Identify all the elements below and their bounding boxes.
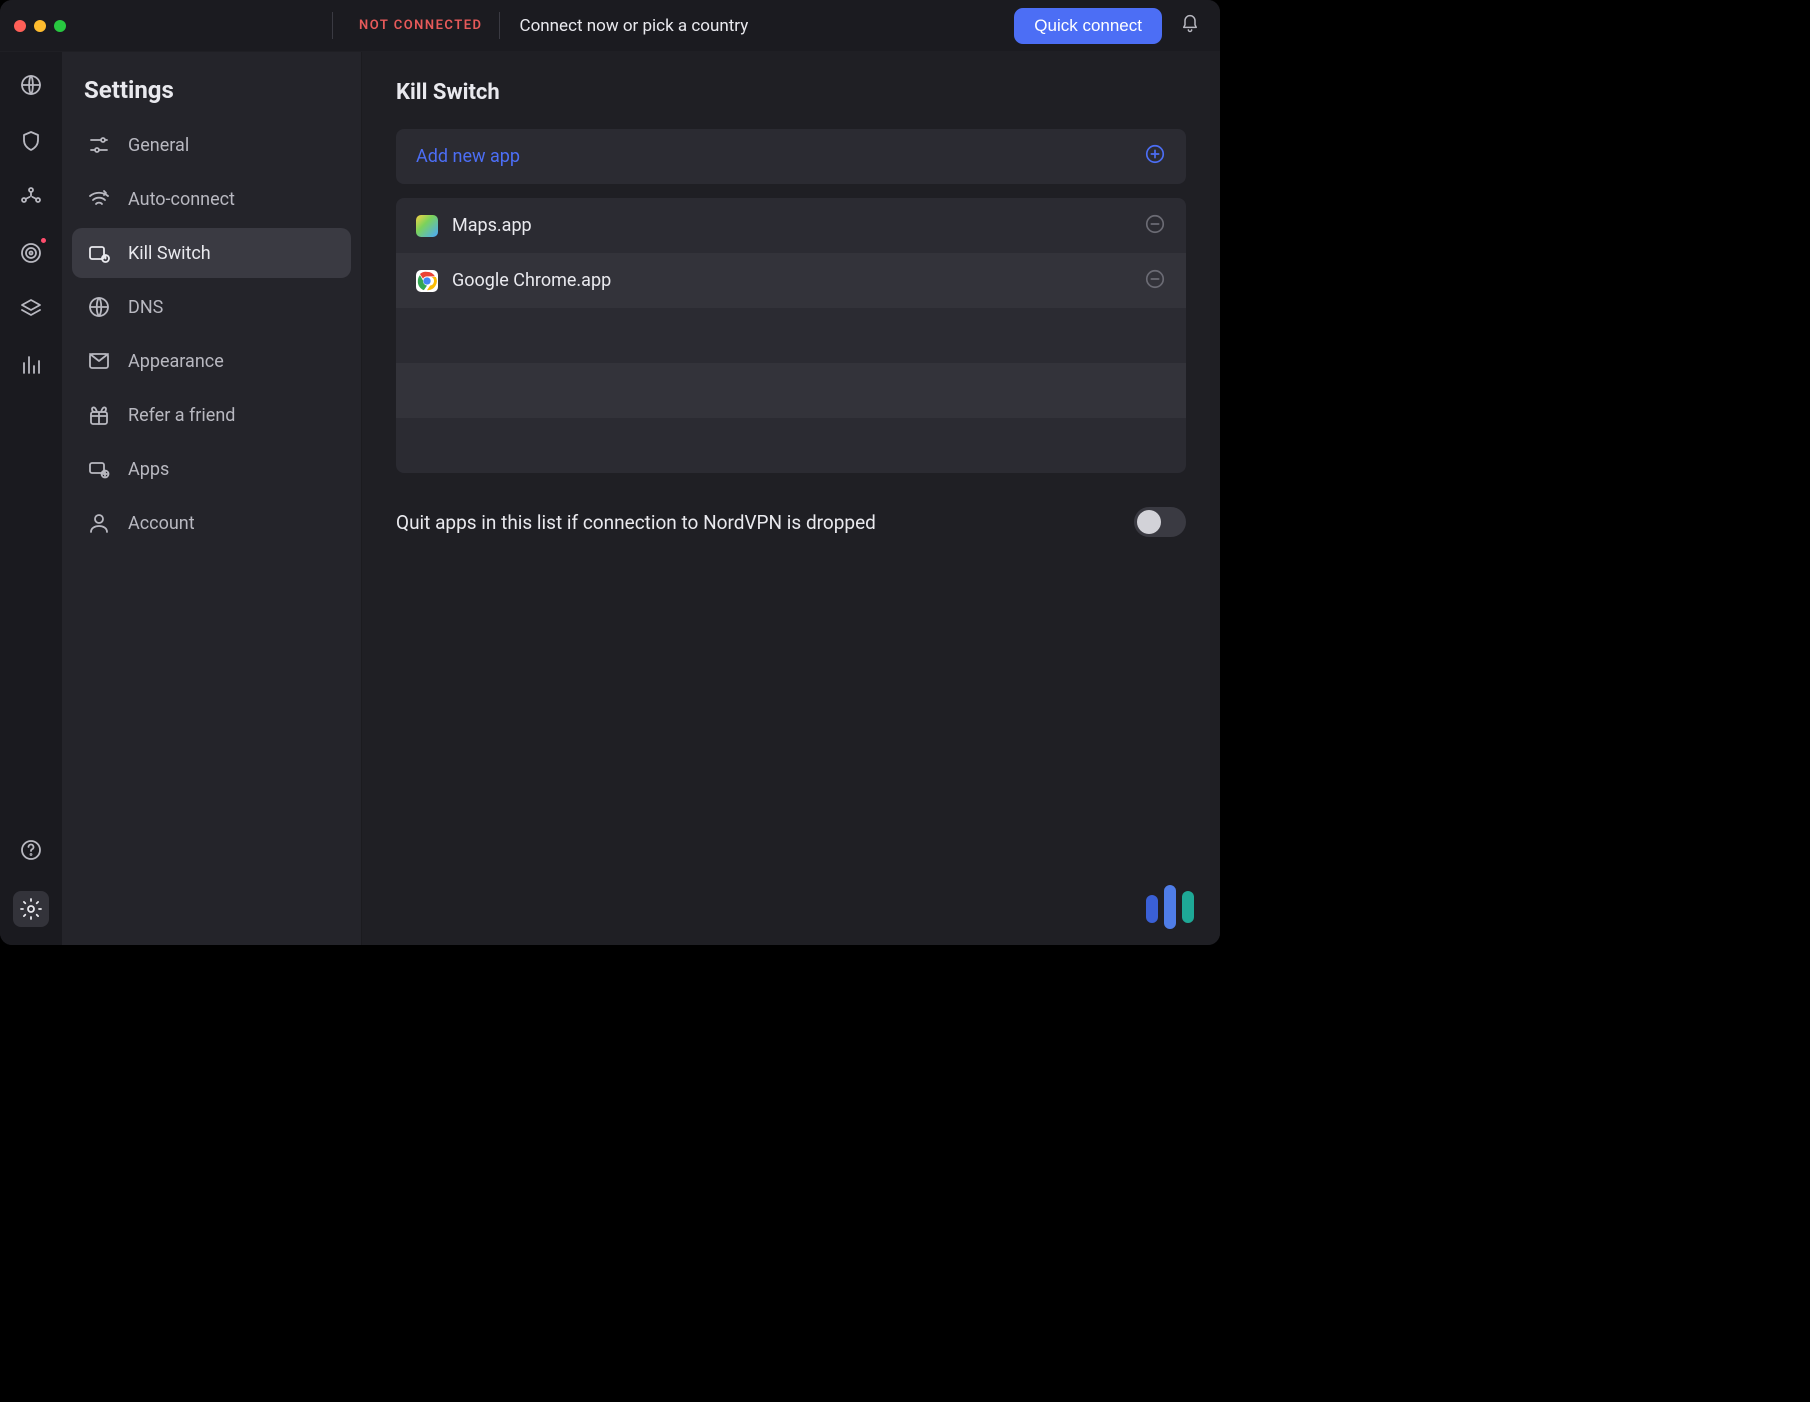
notifications-icon[interactable]: [1174, 14, 1206, 38]
close-window-button[interactable]: [14, 20, 26, 32]
sidebar-item-account[interactable]: Account: [72, 498, 351, 548]
page-title: Kill Switch: [396, 80, 1186, 105]
rail-mesh-icon[interactable]: [16, 182, 46, 212]
sidebar-item-label: Appearance: [128, 351, 224, 372]
app-row-empty: [396, 418, 1186, 473]
app-row: Google Chrome.app: [396, 253, 1186, 308]
app-row-empty: [396, 308, 1186, 363]
quick-connect-button[interactable]: Quick connect: [1014, 8, 1162, 44]
sliders-icon: [86, 133, 112, 157]
main-content: Kill Switch Add new app Maps.app: [362, 52, 1220, 945]
window-controls: [14, 20, 66, 32]
sidebar-item-label: Refer a friend: [128, 405, 235, 426]
sidebar-item-general[interactable]: General: [72, 120, 351, 170]
rail-radar-icon[interactable]: [16, 238, 46, 268]
app-row: Maps.app: [396, 198, 1186, 253]
settings-sidebar: Settings General Auto-connect Kill Switc…: [62, 52, 362, 945]
sidebar-item-auto-connect[interactable]: Auto-connect: [72, 174, 351, 224]
sidebar-item-label: General: [128, 135, 189, 156]
kill-switch-toggle[interactable]: [1134, 507, 1186, 537]
brand-logo: [1146, 885, 1194, 923]
app-row-empty: [396, 363, 1186, 418]
rail-radar-badge: [39, 236, 48, 245]
app-list: Maps.app: [396, 198, 1186, 473]
add-new-app-button[interactable]: Add new app: [396, 129, 1186, 184]
dns-icon: [86, 295, 112, 319]
app-icon-chrome: [416, 270, 438, 292]
nav-rail: [0, 52, 62, 945]
kill-switch-toggle-row: Quit apps in this list if connection to …: [396, 507, 1186, 537]
fullscreen-window-button[interactable]: [54, 20, 66, 32]
rail-shield-icon[interactable]: [16, 126, 46, 156]
rail-layers-icon[interactable]: [16, 294, 46, 324]
sidebar-item-apps[interactable]: Apps: [72, 444, 351, 494]
plus-circle-icon: [1144, 143, 1166, 170]
gift-icon: [86, 403, 112, 427]
sidebar-item-refer[interactable]: Refer a friend: [72, 390, 351, 440]
connection-status: NOT CONNECTED: [332, 12, 500, 39]
account-icon: [86, 511, 112, 535]
rail-globe-icon[interactable]: [16, 70, 46, 100]
app-window: NOT CONNECTED Connect now or pick a coun…: [0, 0, 1220, 945]
remove-app-button[interactable]: [1144, 268, 1166, 294]
toggle-description: Quit apps in this list if connection to …: [396, 511, 876, 534]
sidebar-item-appearance[interactable]: Appearance: [72, 336, 351, 386]
connection-status-label: NOT CONNECTED: [359, 18, 483, 33]
kill-switch-icon: [86, 241, 112, 265]
app-name: Maps.app: [452, 215, 1130, 236]
sidebar-item-label: DNS: [128, 297, 163, 318]
rail-settings-icon[interactable]: [13, 891, 49, 927]
search-input[interactable]: Connect now or pick a country: [520, 16, 749, 36]
sidebar-item-dns[interactable]: DNS: [72, 282, 351, 332]
sidebar-title: Settings: [84, 76, 351, 104]
app-name: Google Chrome.app: [452, 270, 1130, 291]
minimize-window-button[interactable]: [34, 20, 46, 32]
sidebar-item-label: Apps: [128, 459, 169, 480]
appearance-icon: [86, 349, 112, 373]
rail-stats-icon[interactable]: [16, 350, 46, 380]
wifi-auto-icon: [86, 187, 112, 211]
sidebar-item-kill-switch[interactable]: Kill Switch: [72, 228, 351, 278]
remove-app-button[interactable]: [1144, 213, 1166, 239]
app-icon-maps: [416, 215, 438, 237]
sidebar-item-label: Auto-connect: [128, 189, 235, 210]
sidebar-item-label: Account: [128, 513, 195, 534]
apps-icon: [86, 457, 112, 481]
add-new-app-label: Add new app: [416, 146, 520, 167]
sidebar-item-label: Kill Switch: [128, 243, 211, 264]
toggle-knob: [1137, 510, 1161, 534]
title-bar: NOT CONNECTED Connect now or pick a coun…: [0, 0, 1220, 52]
rail-help-icon[interactable]: [16, 835, 46, 865]
